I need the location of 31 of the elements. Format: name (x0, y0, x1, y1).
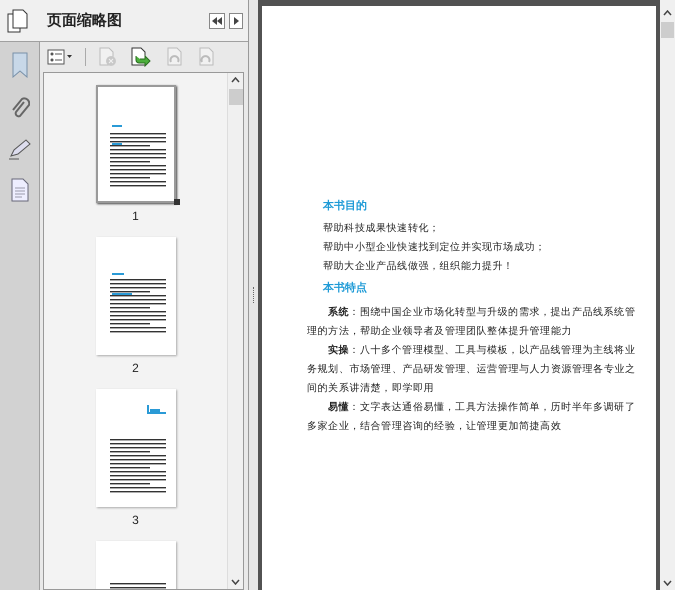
paragraph: 易懂：文字表达通俗易懂，工具方法操作简单，历时半年多调研了多家企业，结合管理咨询的经验，让管理更加简捷高效 (307, 400, 636, 434)
page-number: 3 (132, 513, 139, 527)
page-number: 1 (132, 209, 139, 223)
scroll-thumb[interactable] (228, 89, 242, 105)
section-heading: 本书目的 (323, 198, 368, 214)
scroll-up-icon[interactable] (231, 77, 240, 83)
scroll-down-icon[interactable] (663, 580, 672, 586)
paperclip-icon[interactable] (10, 96, 30, 120)
expand-button[interactable] (229, 12, 243, 28)
page-number: 2 (132, 361, 139, 375)
scrollbar[interactable] (227, 73, 243, 589)
scroll-down-icon[interactable] (231, 579, 240, 585)
list-item: 帮助中小型企业快速找到定位并实现市场成功； (323, 240, 547, 255)
right-arrow-icon (234, 16, 238, 24)
paragraph: 实操：八十多个管理模型、工具与模板，以产品线管理为主线将业务规划、市场管理、产品研发管理、运营管理与人力资源管理各专业之间的关系讲清楚，即学即用 (307, 343, 637, 396)
insert-page-icon[interactable] (130, 47, 152, 67)
pen-icon[interactable] (8, 138, 32, 160)
collapse-button[interactable] (209, 12, 225, 28)
scrollbar[interactable] (660, 0, 675, 590)
list-item: 帮助科技成果快速转化； (323, 222, 441, 236)
scroll-up-icon[interactable] (663, 10, 672, 16)
panel-title: 页面缩略图 (47, 10, 122, 32)
list-options-icon[interactable] (47, 49, 73, 65)
section-heading: 本书特点 (323, 280, 368, 296)
scroll-thumb[interactable] (661, 22, 674, 38)
double-left-arrow-icon (212, 16, 222, 24)
list-item: 帮助大企业产品线做强，组织能力提升！ (323, 260, 515, 274)
pages-icon (7, 8, 29, 32)
document-icon[interactable] (10, 178, 28, 202)
paragraph: 系统：围绕中国企业市场化转型与升级的需求，提出产品线系统管理的方法，帮助企业领导者及管理团队整体提升管理能力 (307, 306, 636, 339)
page-thumbnail[interactable] (96, 85, 176, 203)
